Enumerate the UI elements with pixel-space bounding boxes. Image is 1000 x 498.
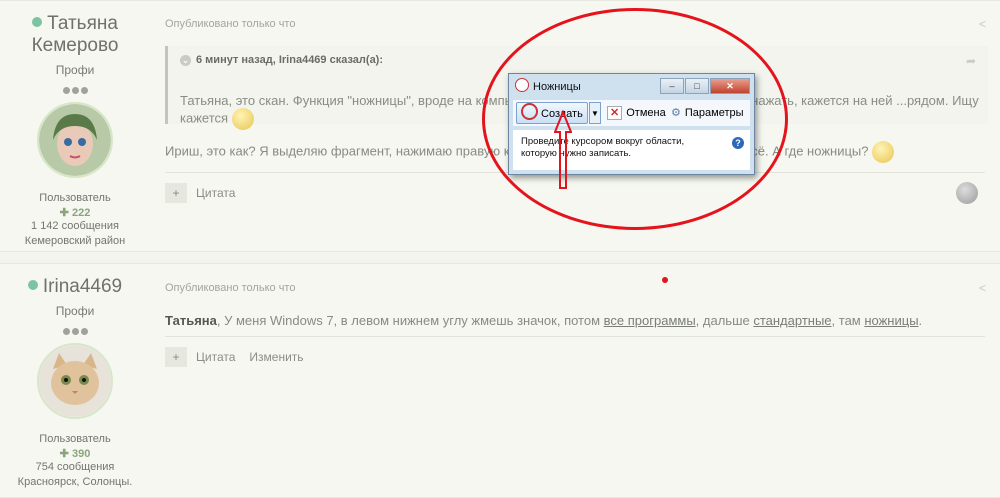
avatar[interactable]: [37, 343, 113, 419]
options-button[interactable]: ⚙ Параметры: [671, 102, 744, 124]
quote-button[interactable]: Цитата: [196, 186, 235, 200]
author-role: Пользователь: [39, 192, 111, 204]
rank-pips: [0, 81, 150, 94]
link-snipping-tool[interactable]: ножницы: [864, 313, 918, 328]
rank-pips: [0, 322, 150, 335]
author-name[interactable]: Irina4469: [0, 276, 150, 298]
snip-hint-text: Проведите курсором вокруг области, котор…: [521, 136, 685, 159]
gear-icon: ⚙: [671, 107, 681, 119]
edit-button[interactable]: Изменить: [249, 350, 303, 364]
reaction-icon[interactable]: [956, 182, 978, 204]
author-location: Красноярск, Солонцы.: [17, 476, 133, 488]
share-icon[interactable]: <: [979, 281, 986, 295]
multiquote-button[interactable]: +: [165, 347, 187, 367]
cancel-icon: ✕: [607, 106, 623, 120]
post-2: Irina4469 Профи Пользователь ✚ 390 754 с…: [0, 263, 1000, 498]
snipping-tool-window: Ножницы ‒ □ ✕ Создать ▼ ✕ Отмена ⚙ Параметры…: [508, 73, 755, 175]
snip-toolbar: Создать ▼ ✕ Отмена ⚙ Параметры: [513, 100, 750, 126]
online-status-icon: [32, 17, 43, 27]
kitten-avatar-icon: [39, 345, 111, 417]
link-all-programs[interactable]: все программы: [604, 313, 696, 328]
quote-collapse-icon[interactable]: ⌄: [180, 55, 191, 66]
post-date[interactable]: Опубликовано только что: [165, 282, 295, 294]
minimize-button[interactable]: ‒: [660, 78, 684, 94]
post-actions: + Цитата: [165, 172, 985, 203]
annotation-dot: [662, 277, 668, 283]
window-controls: ‒ □ ✕: [659, 76, 750, 94]
quote-link-icon[interactable]: ➦: [966, 54, 976, 68]
avatar[interactable]: [37, 102, 113, 178]
link-accessories[interactable]: стандартные: [753, 313, 831, 328]
doll-avatar-icon: [39, 104, 111, 176]
post-body: Татьяна, У меня Windows 7, в левом нижне…: [165, 313, 923, 328]
multiquote-button[interactable]: +: [165, 183, 187, 203]
smile-emoji-icon: [872, 141, 895, 163]
window-title: Ножницы: [515, 78, 581, 93]
message-count: 1 142 сообщения: [31, 220, 119, 232]
mode-dropdown-button[interactable]: ▼: [589, 102, 601, 124]
smile-emoji-icon: [232, 108, 255, 130]
cancel-button[interactable]: ✕ Отмена: [607, 102, 666, 124]
quote-button[interactable]: Цитата: [196, 350, 235, 364]
snip-hint-area: Проведите курсором вокруг области, котор…: [513, 130, 750, 170]
maximize-button[interactable]: □: [685, 78, 709, 94]
post-1: Татьяна Кемерово Профи Пользователь ✚ 22…: [0, 0, 1000, 252]
annotation-arrow-icon: [554, 110, 572, 189]
post-date[interactable]: Опубликовано только что: [165, 18, 295, 30]
reputation-badge: ✚ 222: [59, 207, 91, 219]
help-icon[interactable]: ?: [732, 137, 744, 149]
mention[interactable]: Татьяна: [165, 313, 217, 328]
post-actions: + Цитата Изменить: [165, 336, 985, 367]
message-count: 754 сообщения: [35, 461, 115, 473]
create-button[interactable]: Создать: [516, 102, 588, 124]
author-rank: Профи: [55, 304, 95, 318]
author-location: Кемеровский район: [24, 235, 126, 247]
author-name[interactable]: Татьяна Кемерово: [0, 13, 150, 57]
post-author-panel: Татьяна Кемерово Профи Пользователь ✚ 22…: [0, 1, 150, 249]
reputation-badge: ✚ 390: [59, 448, 91, 460]
online-status-icon: [27, 280, 38, 290]
scissors-icon: [515, 78, 529, 92]
author-rank: Профи: [55, 63, 95, 77]
quote-header[interactable]: ⌄ 6 минут назад, Irina4469 сказал(а):: [180, 54, 383, 66]
close-button[interactable]: ✕: [710, 78, 750, 94]
share-icon[interactable]: <: [979, 17, 986, 31]
scissors-icon: [521, 103, 538, 120]
author-role: Пользователь: [39, 433, 111, 445]
post-author-panel: Irina4469 Профи Пользователь ✚ 390 754 с…: [0, 264, 150, 490]
